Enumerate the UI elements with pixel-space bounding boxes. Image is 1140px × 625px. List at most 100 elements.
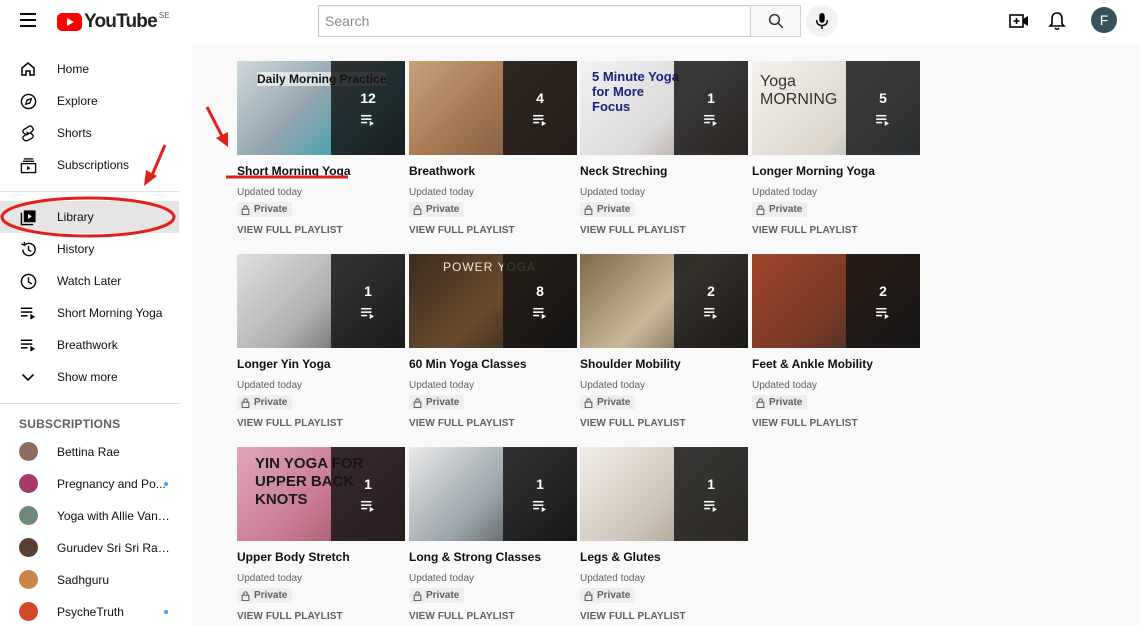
playlist-thumbnail[interactable]: YIN YOGA FOR UPPER BACK KNOTS 1 (237, 447, 405, 541)
view-full-playlist-link[interactable]: VIEW FULL PLAYLIST (752, 225, 920, 236)
private-badge: Private (237, 202, 293, 217)
private-badge: Private (409, 395, 465, 410)
view-full-playlist-link[interactable]: VIEW FULL PLAYLIST (237, 611, 405, 622)
sidebar-item-explore[interactable]: Explore (0, 85, 179, 117)
video-count: 2 (879, 283, 887, 299)
playlist-card: 1 Long & Strong Classes Updated today Pr… (409, 447, 577, 622)
lock-icon (756, 204, 765, 215)
sidebar-item-library[interactable]: Library (0, 201, 179, 233)
channel-avatar (19, 474, 38, 493)
playlist-thumbnail[interactable]: 1 (580, 447, 748, 541)
clock-icon (19, 272, 37, 290)
view-full-playlist-link[interactable]: VIEW FULL PLAYLIST (409, 418, 577, 429)
view-full-playlist-link[interactable]: VIEW FULL PLAYLIST (580, 418, 748, 429)
video-count: 1 (364, 283, 372, 299)
view-full-playlist-link[interactable]: VIEW FULL PLAYLIST (752, 418, 920, 429)
playlist-title[interactable]: Legs & Glutes (580, 550, 748, 564)
playlist-thumbnail[interactable]: Yoga MORNING 5 (752, 61, 920, 155)
video-count: 12 (360, 90, 376, 106)
lock-icon (241, 397, 250, 408)
sidebar-item-label: Library (57, 210, 94, 224)
playlist-title[interactable]: Breathwork (409, 164, 577, 178)
playlist-icon (704, 500, 717, 512)
subscription-item[interactable]: Sadhguru (0, 565, 179, 595)
playlist-title[interactable]: Short Morning Yoga (237, 164, 405, 178)
playlist-title[interactable]: Neck Streching (580, 164, 748, 178)
subscription-item[interactable]: Pregnancy and Po... (0, 469, 179, 499)
playlist-thumbnail[interactable]: 2 (580, 254, 748, 348)
playlist-title[interactable]: 60 Min Yoga Classes (409, 357, 577, 371)
playlist-card: 5 Minute Yoga for More Focus 1 Neck Stre… (580, 61, 748, 236)
chevron-down-icon (19, 368, 37, 386)
playlists-grid: Daily Morning Practice 12 Short Morning … (192, 43, 1140, 625)
subscription-item[interactable]: PsycheTruth (0, 597, 179, 625)
playlist-title[interactable]: Shoulder Mobility (580, 357, 748, 371)
sidebar-item-label: Home (57, 62, 90, 76)
playlist-thumbnail[interactable]: POWER YOGA 8 (409, 254, 577, 348)
playlist-title[interactable]: Longer Morning Yoga (752, 164, 920, 178)
private-badge: Private (409, 588, 465, 603)
sidebar-item-show-more[interactable]: Show more (0, 361, 179, 393)
updated-label: Updated today (580, 380, 646, 391)
updated-label: Updated today (409, 573, 475, 584)
notifications-button[interactable] (1046, 10, 1068, 32)
sidebar-item-subscriptions[interactable]: Subscriptions (0, 149, 179, 181)
search-input[interactable] (318, 5, 750, 37)
view-full-playlist-link[interactable]: VIEW FULL PLAYLIST (409, 225, 577, 236)
privacy-label: Private (254, 204, 288, 215)
playlist-thumbnail[interactable]: 2 (752, 254, 920, 348)
lock-icon (241, 590, 250, 601)
sidebar-item-label: Shorts (57, 126, 92, 140)
subscription-item[interactable]: Gurudev Sri Sri Ravi S... (0, 533, 179, 563)
sidebar-item-label: Explore (57, 94, 98, 108)
view-full-playlist-link[interactable]: VIEW FULL PLAYLIST (409, 611, 577, 622)
private-badge: Private (580, 395, 636, 410)
sidebar-item-breathwork[interactable]: Breathwork (0, 329, 179, 361)
sidebar-item-home[interactable]: Home (0, 53, 179, 85)
sidebar-item-short-morning-yoga[interactable]: Short Morning Yoga (0, 297, 179, 329)
channel-avatar (19, 570, 38, 589)
playlist-title[interactable]: Long & Strong Classes (409, 550, 577, 564)
updated-label: Updated today (580, 573, 646, 584)
sidebar-item-watch-later[interactable]: Watch Later (0, 265, 179, 297)
playlist-thumbnail[interactable]: 5 Minute Yoga for More Focus 1 (580, 61, 748, 155)
youtube-logo[interactable]: YouTube SE (57, 11, 170, 33)
playlist-thumbnail[interactable]: 4 (409, 61, 577, 155)
playlist-icon (533, 114, 546, 126)
home-icon (19, 60, 37, 78)
library-icon (19, 208, 37, 226)
sidebar: Home Explore Shorts Subscriptions Librar… (0, 43, 192, 625)
subscriptions-heading: SUBSCRIPTIONS (19, 417, 121, 431)
privacy-label: Private (254, 590, 288, 601)
playlist-count-overlay: 4 (503, 61, 577, 155)
history-icon (19, 240, 37, 258)
sidebar-item-label: History (57, 242, 95, 256)
playlist-title[interactable]: Longer Yin Yoga (237, 357, 405, 371)
subscription-item[interactable]: Yoga with Allie Van F... (0, 501, 179, 531)
playlist-count-overlay: 1 (674, 447, 748, 541)
account-avatar[interactable]: F (1091, 7, 1117, 33)
playlist-thumbnail[interactable]: Daily Morning Practice 12 (237, 61, 405, 155)
create-video-button[interactable] (1008, 10, 1030, 32)
view-full-playlist-link[interactable]: VIEW FULL PLAYLIST (580, 225, 748, 236)
updated-label: Updated today (752, 187, 818, 198)
sidebar-item-shorts[interactable]: Shorts (0, 117, 179, 149)
playlist-count-overlay: 1 (674, 61, 748, 155)
playlist-thumbnail[interactable]: 1 (237, 254, 405, 348)
voice-search-button[interactable] (806, 5, 838, 37)
video-count: 4 (536, 90, 544, 106)
channel-name: Yoga with Allie Van F... (57, 509, 173, 523)
menu-icon[interactable] (20, 13, 36, 27)
private-badge: Private (752, 395, 808, 410)
playlist-title[interactable]: Feet & Ankle Mobility (752, 357, 920, 371)
sidebar-item-history[interactable]: History (0, 233, 179, 265)
playlist-thumbnail[interactable]: 1 (409, 447, 577, 541)
playlist-card: Yoga MORNING 5 Longer Morning Yoga Updat… (752, 61, 920, 236)
view-full-playlist-link[interactable]: VIEW FULL PLAYLIST (237, 418, 405, 429)
subscription-item[interactable]: Bettina Rae (0, 437, 179, 467)
private-badge: Private (237, 588, 293, 603)
view-full-playlist-link[interactable]: VIEW FULL PLAYLIST (580, 611, 748, 622)
view-full-playlist-link[interactable]: VIEW FULL PLAYLIST (237, 225, 405, 236)
search-button[interactable] (750, 5, 801, 37)
playlist-title[interactable]: Upper Body Stretch (237, 550, 405, 564)
